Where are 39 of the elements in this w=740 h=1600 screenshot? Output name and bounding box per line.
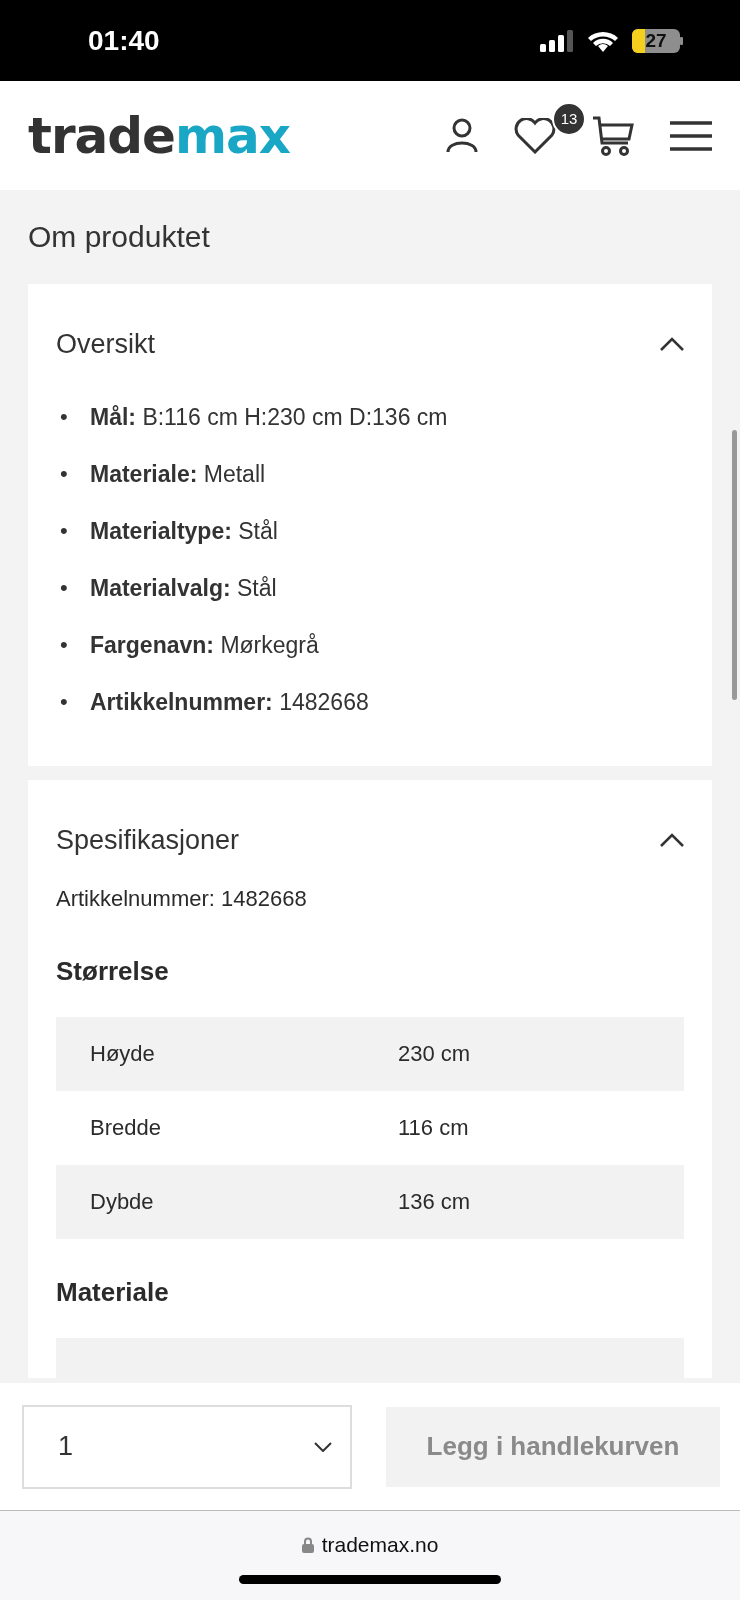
spec-list-item: Mål: B:116 cm H:230 cm D:136 cm: [90, 403, 448, 432]
spec-value: 116 cm: [398, 1115, 469, 1141]
user-icon[interactable]: [446, 117, 478, 154]
logo[interactable]: trademax: [28, 106, 446, 165]
spec-list-item: Fargenavn: Mørkegrå: [90, 631, 319, 660]
spec-group-heading: Materiale: [56, 1277, 170, 1308]
spec-list-item: Artikkelnummer: 1482668: [90, 688, 369, 717]
scrollbar[interactable]: [732, 430, 737, 700]
bullet-mark: •: [60, 403, 69, 431]
spec-list-item: Materiale: Metall: [90, 460, 266, 489]
article-number: Artikkelnummer: 1482668: [56, 886, 308, 912]
heart-icon[interactable]: [514, 117, 556, 154]
bullet-mark: •: [60, 688, 69, 716]
url-text[interactable]: trademax.no: [321, 1533, 439, 1557]
spec-name: Høyde: [90, 1041, 156, 1067]
bullet-mark: •: [60, 631, 69, 659]
clock-time: 01:40: [88, 24, 161, 57]
spec-group-heading: Størrelse: [56, 956, 170, 987]
spec-list-item: Materialtype: Stål: [90, 517, 278, 546]
bullet-mark: •: [60, 574, 69, 602]
bullet-mark: •: [60, 517, 69, 545]
spec-value: 230 cm: [398, 1041, 471, 1067]
lock-icon: [301, 1537, 314, 1553]
spec-value: 136 cm: [398, 1189, 471, 1215]
chevron-icon[interactable]: [660, 337, 684, 351]
chevron-icon[interactable]: [660, 833, 684, 847]
bullet-mark: •: [60, 460, 69, 488]
chevron-down-icon: [314, 1441, 332, 1452]
menu-icon[interactable]: [670, 119, 712, 152]
cart-icon[interactable]: [592, 114, 634, 157]
accordion-title[interactable]: Oversikt: [56, 328, 660, 360]
signal-icon: [540, 28, 574, 53]
quantity-dropdown[interactable]: 1: [22, 1404, 352, 1489]
spec-name: Dybde: [90, 1189, 155, 1215]
spec-list-item: Materialvalg: Stål: [90, 574, 277, 603]
wishlist-count-badge: 13: [552, 101, 586, 136]
spec-name: Bredde: [90, 1115, 162, 1141]
accordion-title[interactable]: Spesifikasjoner: [56, 824, 660, 856]
section-title: Om produktet: [28, 219, 211, 255]
